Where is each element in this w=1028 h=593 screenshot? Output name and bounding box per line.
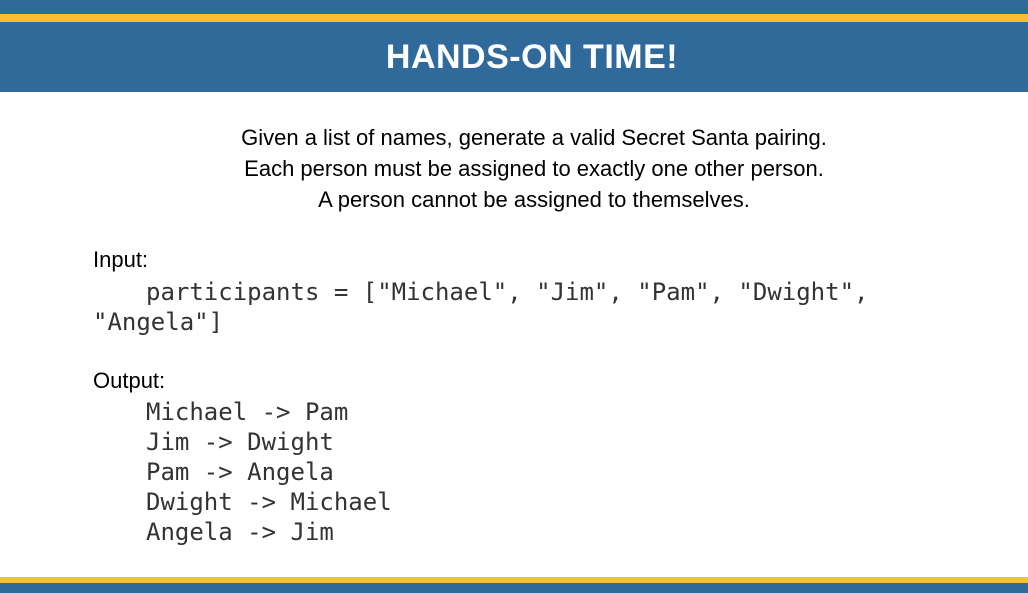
- description-line: A person cannot be assigned to themselve…: [318, 187, 750, 212]
- output-code-line: Jim -> Dwight: [146, 428, 334, 456]
- problem-description: Given a list of names, generate a valid …: [0, 122, 1028, 215]
- input-code-line: participants = ["Michael", "Jim", "Pam",…: [146, 278, 869, 306]
- output-code-line: Michael -> Pam: [146, 398, 349, 426]
- bottom-stripe: [0, 583, 1028, 593]
- input-label: Input:: [93, 247, 149, 272]
- output-code-line: Dwight -> Michael: [146, 488, 392, 516]
- description-line: Each person must be assigned to exactly …: [244, 156, 824, 181]
- slide-title: HANDS-ON TIME!: [385, 37, 679, 76]
- input-code-line: "Angela"]: [93, 308, 224, 336]
- top-stripe: [0, 0, 1028, 14]
- top-gold-line: [0, 14, 1028, 22]
- output-code-line: Angela -> Jim: [146, 518, 334, 546]
- output-label: Output:: [93, 368, 166, 393]
- description-line: Given a list of names, generate a valid …: [241, 125, 827, 150]
- output-code-line: Pam -> Angela: [146, 458, 334, 486]
- title-banner: HANDS-ON TIME!: [0, 22, 1028, 92]
- slide-content: Given a list of names, generate a valid …: [0, 92, 1028, 576]
